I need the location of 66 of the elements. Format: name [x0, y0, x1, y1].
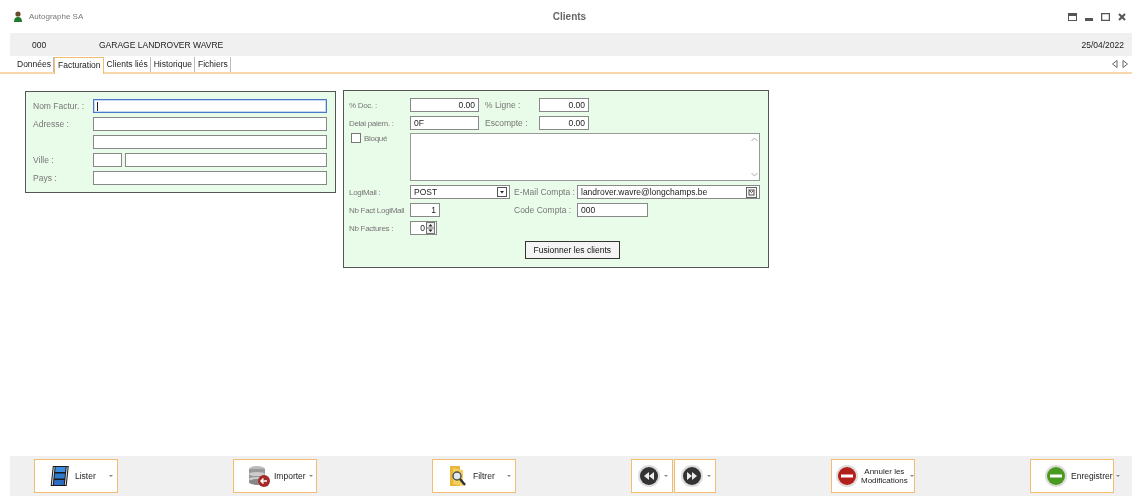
checkbox[interactable] [351, 133, 361, 143]
toolbar-button[interactable]: Lister [34, 459, 118, 493]
caret-icon [707, 475, 711, 477]
field-label: % Ligne : [485, 100, 521, 110]
input-field[interactable] [93, 153, 122, 167]
field-label: Ville : [33, 155, 54, 165]
caret-icon [109, 475, 113, 477]
film-icon [48, 464, 72, 488]
input-field[interactable]: 0F [410, 116, 479, 130]
client-code: 000 [32, 39, 48, 50]
checkbox-label[interactable]: Bloqué [364, 133, 388, 143]
restore-icon[interactable] [1068, 12, 1077, 21]
caret-icon [507, 475, 511, 477]
input-field[interactable] [125, 153, 327, 167]
input-field[interactable]: 0.00 [539, 98, 589, 112]
input-field[interactable] [93, 171, 327, 185]
field-label: E-Mail Compta : [514, 187, 575, 197]
input-field[interactable] [93, 99, 327, 113]
tab[interactable]: Facturation [54, 57, 104, 74]
input-field[interactable] [93, 135, 327, 149]
window-title: Clients [552, 11, 587, 22]
spinner-arrows-icon[interactable] [426, 222, 435, 234]
field-label: Pays : [33, 173, 57, 183]
field-label: Delai paiem. : [349, 119, 394, 128]
number-spinner[interactable]: 0 [410, 221, 437, 235]
field-label: Escompte : [485, 118, 528, 128]
close-icon[interactable] [1118, 12, 1126, 21]
field-label: Code Compta : [514, 205, 572, 215]
minus-circle-icon [835, 464, 859, 488]
input-field[interactable]: 0.00 [539, 116, 589, 130]
date-text: 25/04/2022 [1081, 39, 1124, 50]
field-label: Nom Factur. : [33, 101, 84, 111]
field-label: LogiMail : [349, 188, 381, 197]
input-field[interactable]: 1 [410, 203, 440, 217]
input-field[interactable]: 0.00 [410, 98, 479, 112]
merge-button[interactable]: Fusionner les clients [524, 241, 620, 259]
toolbar-button[interactable]: Filtrer [432, 459, 516, 493]
rewind-icon [637, 464, 661, 488]
toolbar-button[interactable] [631, 459, 673, 493]
maximize-icon[interactable] [1101, 12, 1110, 21]
caret-icon [308, 475, 313, 477]
toolbar-button[interactable]: Importer [233, 459, 317, 493]
input-field[interactable]: 000 [577, 203, 648, 217]
scroll-left-icon[interactable] [1112, 60, 1118, 68]
dropdown[interactable]: POST [410, 185, 510, 199]
input-field[interactable] [93, 117, 327, 131]
caret-icon [1115, 475, 1120, 477]
caret-icon [909, 475, 914, 477]
mail-icon[interactable] [746, 186, 757, 198]
field-label: Adresse : [33, 119, 69, 129]
scroll-right-icon[interactable] [1122, 60, 1128, 68]
client-name: GARAGE LANDROVER WAVRE [99, 39, 224, 50]
minus-circle-icon [1044, 464, 1068, 488]
app-title: Autographe SA [29, 12, 84, 21]
field-label: % Doc. : [349, 101, 377, 110]
field-label: Nb Factures : [349, 224, 394, 233]
tab[interactable]: Données [14, 57, 55, 72]
user-icon [13, 11, 23, 22]
toolbar-button[interactable]: Annuler les Modifications [831, 459, 915, 493]
tab[interactable]: Clients liés [103, 57, 151, 72]
toolbar-button[interactable] [674, 459, 716, 493]
field-label: Nb Fact LogiMail [349, 206, 405, 215]
fast-forward-icon [680, 464, 704, 488]
caret-icon [664, 475, 668, 477]
email-field[interactable]: landrover.wavre@longchamps.be [577, 185, 760, 199]
database-icon [247, 464, 271, 488]
